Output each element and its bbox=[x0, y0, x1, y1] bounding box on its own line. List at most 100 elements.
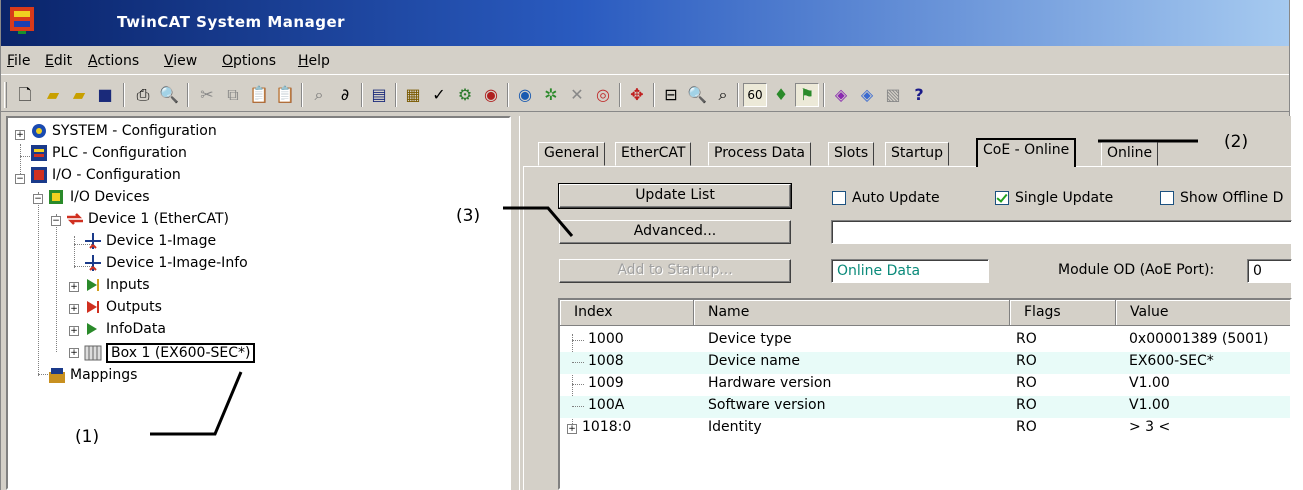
paste-icon[interactable]: 📋 bbox=[247, 83, 271, 107]
menu-help[interactable]: Help bbox=[298, 53, 330, 69]
app-window: TwinCAT System Manager File Edit Actions… bbox=[0, 0, 1292, 490]
activate-configuration-icon[interactable]: ⚙ bbox=[453, 83, 477, 107]
cell-index: 100A bbox=[588, 397, 625, 413]
column-header-index[interactable]: Index bbox=[560, 300, 694, 326]
infodata-icon bbox=[87, 323, 97, 335]
cell-index: 1008 bbox=[588, 353, 624, 369]
tab-slots[interactable]: Slots bbox=[828, 142, 875, 166]
open-icon[interactable]: ▰ bbox=[41, 83, 65, 107]
column-header-name[interactable]: Name bbox=[694, 300, 1010, 326]
generate-mappings-icon[interactable]: ▦ bbox=[401, 83, 425, 107]
toolbar-grip[interactable] bbox=[4, 82, 7, 108]
tree-item-infodata[interactable]: InfoData bbox=[84, 320, 166, 338]
auto-update-checkbox[interactable]: Auto Update bbox=[832, 190, 940, 206]
annotation-1: (1) bbox=[75, 427, 100, 447]
table-row[interactable]: 100A Software version RO V1.00 bbox=[560, 396, 1290, 418]
config-mode-icon[interactable]: ◉ bbox=[513, 83, 537, 107]
show-variables-icon[interactable]: 60 bbox=[743, 83, 767, 107]
tree-label: InfoData bbox=[106, 321, 166, 337]
coe-object-list[interactable]: Index Name Flags Value 1000 Device type … bbox=[558, 298, 1292, 490]
expand-system-icon[interactable]: + bbox=[15, 130, 25, 140]
collapse-device1-icon[interactable]: − bbox=[51, 216, 61, 226]
save-icon[interactable]: ■ bbox=[93, 83, 117, 107]
menu-options[interactable]: Options bbox=[222, 53, 276, 69]
menu-edit[interactable]: Edit bbox=[45, 53, 72, 69]
open-current-icon[interactable]: ▰ bbox=[67, 83, 91, 107]
tree-label: Inputs bbox=[106, 277, 150, 293]
expand-outputs-icon[interactable]: + bbox=[69, 304, 79, 314]
zoom-icon[interactable]: 🔍 bbox=[685, 83, 709, 107]
tree-item-box1[interactable]: Box 1 (EX600-SEC*) bbox=[84, 342, 256, 364]
tab-process-data[interactable]: Process Data bbox=[708, 142, 811, 166]
document-icon[interactable]: ▧ bbox=[881, 83, 905, 107]
tab-online[interactable]: Online bbox=[1101, 142, 1159, 166]
load-io-devices-icon[interactable]: ✲ bbox=[539, 83, 563, 107]
column-header-value[interactable]: Value bbox=[1116, 300, 1290, 326]
toolbar-separator bbox=[737, 83, 739, 107]
print-icon[interactable]: ⎙ bbox=[131, 83, 155, 107]
toolbar-separator bbox=[187, 83, 189, 107]
toggle-free-run-icon[interactable]: ✕ bbox=[565, 83, 589, 107]
tree-item-device1[interactable]: Device 1 (EtherCAT) bbox=[66, 210, 229, 228]
show-online-icon[interactable]: ⚑ bbox=[795, 83, 819, 107]
check-configuration-icon[interactable]: ✓ bbox=[427, 83, 451, 107]
expand-box1-icon[interactable]: + bbox=[69, 348, 79, 358]
update-list-button[interactable]: Update List bbox=[558, 183, 792, 209]
advanced-text-field[interactable] bbox=[831, 220, 1292, 244]
info-icon[interactable]: ◈ bbox=[855, 83, 879, 107]
menu-bar: File Edit Actions View Options Help bbox=[1, 49, 1289, 75]
table-row[interactable]: 1009 Hardware version RO V1.00 bbox=[560, 374, 1290, 396]
tree-item-mappings[interactable]: Mappings bbox=[48, 366, 137, 384]
show-sub-items-icon[interactable]: ♦ bbox=[769, 83, 793, 107]
tree-item-plc[interactable]: PLC - Configuration bbox=[30, 144, 187, 162]
show-online-data-icon[interactable]: ⊟ bbox=[659, 83, 683, 107]
tree-item-io-configuration[interactable]: I/O - Configuration bbox=[30, 166, 181, 184]
tab-ethercat[interactable]: EtherCAT bbox=[615, 142, 692, 166]
tab-startup[interactable]: Startup bbox=[885, 142, 949, 166]
table-row[interactable]: 1008 Device name RO EX600-SEC* bbox=[560, 352, 1290, 374]
write-values-icon[interactable]: ✥ bbox=[625, 83, 649, 107]
tab-general[interactable]: General bbox=[538, 142, 606, 166]
add-to-startup-button[interactable]: Add to Startup... bbox=[559, 259, 791, 283]
title-bar[interactable]: TwinCAT System Manager bbox=[1, 0, 1289, 46]
find-next-icon[interactable]: ∂ bbox=[333, 83, 357, 107]
show-offline-checkbox[interactable]: Show Offline D bbox=[1160, 190, 1283, 206]
tree-item-device1-image-info[interactable]: Device 1-Image-Info bbox=[84, 254, 248, 272]
restart-run-mode-icon[interactable]: ◉ bbox=[479, 83, 503, 107]
help-icon[interactable]: ? bbox=[907, 83, 931, 107]
scan-icon[interactable]: ⌕ bbox=[711, 83, 735, 107]
tab-coe-online[interactable]: CoE - Online bbox=[976, 138, 1077, 167]
advanced-button[interactable]: Advanced... bbox=[559, 220, 791, 244]
find-icon[interactable]: ⌕ bbox=[307, 83, 331, 107]
tree-item-outputs[interactable]: Outputs bbox=[84, 298, 162, 316]
tree-item-system[interactable]: SYSTEM - Configuration bbox=[30, 122, 217, 140]
table-row[interactable]: + 1018:0 Identity RO > 3 < bbox=[560, 418, 1290, 440]
cell-name: Device type bbox=[708, 331, 792, 347]
expand-inputs-icon[interactable]: + bbox=[69, 282, 79, 292]
toolbar-separator bbox=[123, 83, 125, 107]
collapse-io-devices-icon[interactable]: − bbox=[33, 194, 43, 204]
menu-file[interactable]: File bbox=[7, 53, 30, 69]
expand-identity-icon[interactable]: + bbox=[567, 424, 577, 434]
menu-view[interactable]: View bbox=[164, 53, 197, 69]
cell-name: Software version bbox=[708, 397, 826, 413]
new-file-icon[interactable]: 🗋 bbox=[13, 83, 37, 107]
expand-infodata-icon[interactable]: + bbox=[69, 326, 79, 336]
single-update-checkbox[interactable]: Single Update bbox=[995, 190, 1113, 206]
monitor-icon[interactable]: ▤ bbox=[367, 83, 391, 107]
print-preview-icon[interactable]: 🔍 bbox=[157, 83, 181, 107]
ads-icon[interactable]: ◈ bbox=[829, 83, 853, 107]
module-od-field[interactable]: 0 bbox=[1247, 259, 1292, 283]
column-header-flags[interactable]: Flags bbox=[1010, 300, 1116, 326]
collapse-io-icon[interactable]: − bbox=[15, 174, 25, 184]
paste-with-links-icon[interactable]: 📋 bbox=[273, 83, 297, 107]
cut-icon[interactable]: ✂ bbox=[195, 83, 219, 107]
force-icon[interactable]: ◎ bbox=[591, 83, 615, 107]
tree-item-inputs[interactable]: Inputs bbox=[84, 276, 150, 294]
copy-icon[interactable]: ⧉ bbox=[221, 83, 245, 107]
checkbox-label: Auto Update bbox=[852, 190, 940, 206]
tree-item-io-devices[interactable]: I/O Devices bbox=[48, 188, 150, 206]
tree-item-device1-image[interactable]: Device 1-Image bbox=[84, 232, 216, 250]
table-row[interactable]: 1000 Device type RO 0x00001389 (5001) bbox=[560, 330, 1290, 352]
menu-actions[interactable]: Actions bbox=[88, 53, 139, 69]
